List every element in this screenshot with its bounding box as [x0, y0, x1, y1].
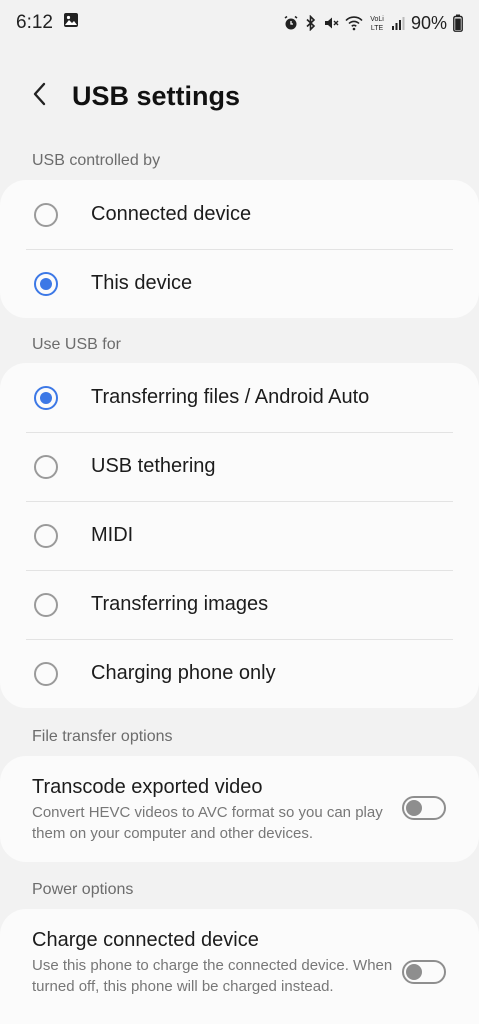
bluetooth-icon	[305, 15, 317, 31]
option-midi[interactable]: MIDI	[0, 501, 479, 570]
option-label: MIDI	[91, 524, 134, 546]
section-label-power: Power options	[32, 881, 134, 898]
wifi-icon	[345, 15, 363, 31]
status-time: 6:12	[16, 12, 53, 33]
section-label-file-transfer: File transfer options	[32, 728, 173, 745]
charge-device-description: Use this phone to charge the connected d…	[32, 957, 393, 995]
transcode-video-row[interactable]: Transcode exported video Convert HEVC vi…	[0, 756, 479, 862]
option-transferring-files[interactable]: Transferring files / Android Auto	[0, 363, 479, 432]
status-bar: 6:12 VoLi LTE 90%	[0, 0, 479, 46]
option-transferring-images[interactable]: Transferring images	[0, 570, 479, 639]
status-left: 6:12	[16, 12, 79, 34]
radio-charging-only[interactable]	[34, 661, 58, 686]
charge-device-toggle[interactable]	[402, 960, 446, 984]
power-card: Charge connected device Use this phone t…	[0, 909, 479, 1024]
charge-device-title: Charge connected device	[32, 929, 259, 951]
app-header: USB settings	[0, 70, 479, 122]
option-label: USB tethering	[91, 455, 216, 477]
transcode-video-description: Convert HEVC videos to AVC format so you…	[32, 804, 383, 842]
battery-icon	[453, 14, 463, 32]
alarm-icon	[283, 15, 299, 31]
svg-text:VoLi: VoLi	[370, 16, 384, 23]
radio-midi[interactable]	[34, 523, 58, 548]
radio-this-device[interactable]	[34, 271, 58, 296]
radio-usb-tethering[interactable]	[34, 454, 58, 479]
usb-settings-screen: 6:12 VoLi LTE 90% USB settings USB contr…	[0, 0, 479, 1024]
volte-icon: VoLi LTE	[369, 14, 385, 32]
mute-icon	[323, 15, 339, 31]
page-title: USB settings	[72, 80, 241, 111]
charge-device-row[interactable]: Charge connected device Use this phone t…	[0, 909, 479, 1024]
option-connected-device[interactable]: Connected device	[0, 180, 479, 249]
option-label: Connected device	[91, 203, 252, 225]
back-button[interactable]	[10, 70, 70, 122]
status-right: VoLi LTE 90%	[283, 13, 463, 34]
file-transfer-card: Transcode exported video Convert HEVC vi…	[0, 756, 479, 862]
radio-transferring-files[interactable]	[34, 385, 58, 410]
controlled-by-card: Connected device This device	[0, 180, 479, 318]
option-label: Transferring files / Android Auto	[91, 386, 370, 408]
option-usb-tethering[interactable]: USB tethering	[0, 432, 479, 501]
toggle-knob	[406, 964, 422, 980]
use-usb-for-card: Transferring files / Android Auto USB te…	[0, 363, 479, 708]
svg-text:LTE: LTE	[371, 25, 384, 32]
option-this-device[interactable]: This device	[0, 249, 479, 318]
radio-transferring-images[interactable]	[34, 592, 58, 617]
option-label: Transferring images	[91, 593, 269, 615]
battery-text: 90%	[410, 12, 447, 33]
back-arrow-icon	[30, 80, 50, 113]
signal-icon	[391, 15, 405, 31]
toggle-knob	[406, 800, 422, 816]
option-label: Charging phone only	[91, 662, 276, 684]
option-label: This device	[91, 272, 193, 294]
section-label-use-usb-for: Use USB for	[32, 336, 121, 353]
radio-connected-device[interactable]	[34, 202, 58, 227]
transcode-video-title: Transcode exported video	[32, 776, 263, 798]
section-label-controlled-by: USB controlled by	[32, 152, 161, 169]
option-charging-only[interactable]: Charging phone only	[0, 639, 479, 708]
gallery-icon	[63, 12, 79, 34]
transcode-video-toggle[interactable]	[402, 796, 446, 820]
